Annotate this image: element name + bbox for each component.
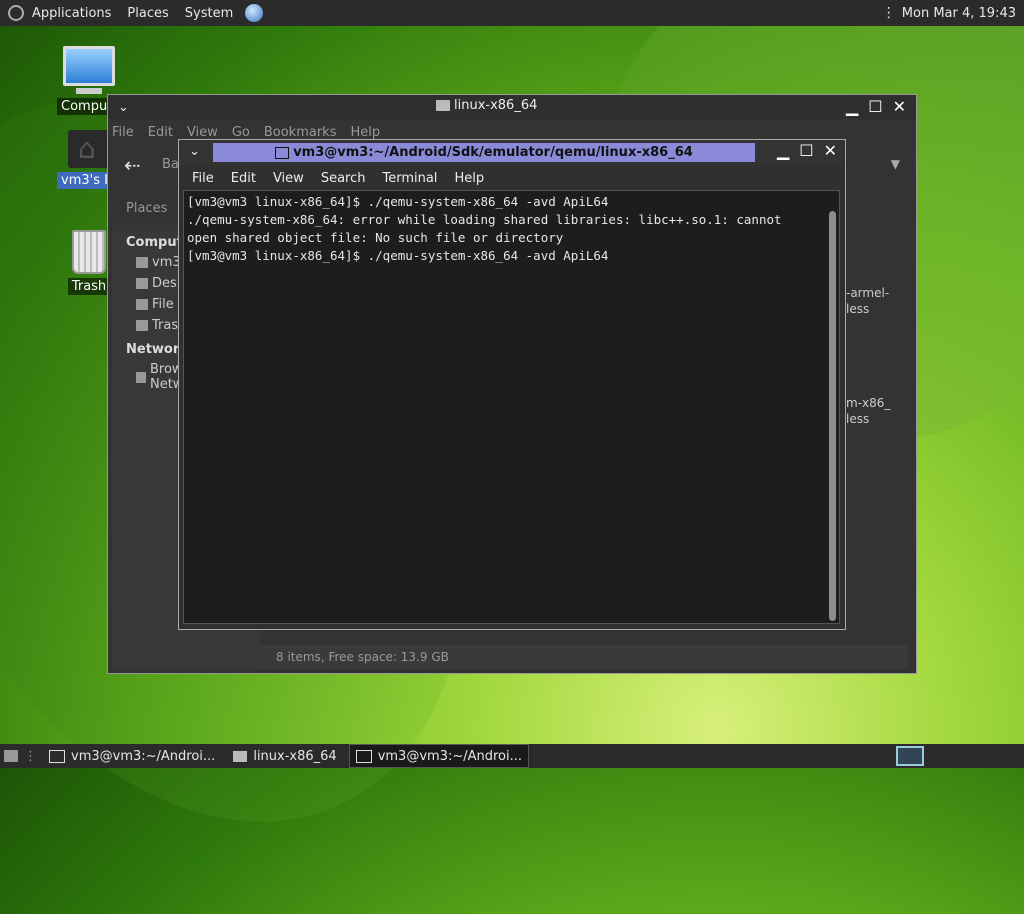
window-title: linux-x86_64 (454, 98, 538, 113)
taskbar-item-terminal-1[interactable]: vm3@vm3:~/Androi... (43, 745, 221, 767)
terminal-icon (275, 146, 290, 159)
menu-help[interactable]: Help (350, 125, 380, 140)
status-bar: 8 items, Free space: 13.9 GB (258, 645, 908, 669)
taskbar-item-label: linux-x86_64 (253, 748, 337, 764)
panel-handle-icon: ⋮ (881, 5, 896, 21)
desktop-icon-label: Trash (67, 278, 111, 295)
close-icon[interactable]: ✕ (824, 141, 837, 160)
maximize-icon[interactable]: ☐ (868, 97, 882, 116)
applications-menu[interactable]: Applications (24, 6, 119, 21)
menu-edit[interactable]: Edit (148, 125, 173, 140)
menu-search[interactable]: Search (321, 171, 366, 186)
terminal-output-area[interactable]: [vm3@vm3 linux-x86_64]$ ./qemu-system-x8… (183, 190, 840, 624)
terminal-window: ⌄ vm3@vm3:~/Android/Sdk/emulator/qemu/li… (178, 139, 846, 630)
distro-logo-icon[interactable] (8, 5, 24, 21)
drive-icon (136, 299, 148, 310)
menu-help[interactable]: Help (454, 171, 484, 186)
terminal-title-bar-active[interactable]: vm3@vm3:~/Android/Sdk/emulator/qemu/linu… (213, 143, 755, 162)
home-folder-icon (68, 130, 110, 168)
panel-handle-icon: ⋮ (24, 748, 37, 764)
taskbar-item-label: vm3@vm3:~/Androi... (377, 748, 523, 764)
terminal-titlebar[interactable]: ⌄ vm3@vm3:~/Android/Sdk/emulator/qemu/li… (179, 140, 845, 165)
close-icon[interactable]: ✕ (893, 97, 906, 116)
desktop-icon (136, 278, 148, 289)
back-arrow-icon[interactable]: ⇠ (124, 153, 141, 177)
menu-terminal[interactable]: Terminal (382, 171, 437, 186)
folder-icon (436, 100, 450, 111)
workspace-switcher[interactable] (896, 746, 924, 766)
file-grid: -armel- less m-x86_ less (846, 285, 906, 505)
home-icon (136, 257, 148, 268)
web-browser-launcher-icon[interactable] (245, 4, 264, 22)
window-menu-icon[interactable]: ⌄ (108, 100, 139, 115)
file-manager-titlebar[interactable]: ⌄ linux-x86_64 ▁ ☐ ✕ (108, 95, 916, 119)
clock[interactable]: Mon Mar 4, 19:43 (902, 6, 1016, 21)
show-desktop-icon[interactable] (4, 750, 18, 762)
menu-bookmarks[interactable]: Bookmarks (264, 125, 337, 140)
terminal-text: [vm3@vm3 linux-x86_64]$ ./qemu-system-x8… (187, 194, 782, 263)
menu-edit[interactable]: Edit (231, 171, 256, 186)
terminal-menubar: File Edit View Search Terminal Help (179, 165, 845, 191)
top-panel: Applications Places System ⋮ Mon Mar 4, … (0, 0, 1024, 26)
minimize-icon[interactable]: ▁ (846, 97, 858, 116)
taskbar-item-label: vm3@vm3:~/Androi... (71, 748, 216, 764)
terminal-icon (49, 749, 65, 763)
folder-icon (233, 750, 248, 762)
minimize-icon[interactable]: ▁ (777, 141, 789, 160)
sidebar-places-header[interactable]: Places (126, 201, 167, 216)
taskbar-item-terminal-2[interactable]: vm3@vm3:~/Androi... (348, 744, 530, 768)
taskbar-item-file-manager[interactable]: linux-x86_64 (227, 745, 342, 767)
system-menu[interactable]: System (177, 6, 241, 21)
computer-icon (63, 46, 115, 86)
file-item[interactable]: -armel- less (846, 285, 906, 317)
trash-icon (72, 230, 106, 274)
terminal-icon (355, 749, 372, 763)
file-manager-menubar: File Edit View Go Bookmarks Help (112, 125, 380, 140)
network-icon (136, 371, 146, 383)
menu-go[interactable]: Go (232, 125, 250, 140)
maximize-icon[interactable]: ☐ (799, 141, 813, 160)
menu-view[interactable]: View (187, 125, 218, 140)
menu-view[interactable]: View (273, 171, 304, 186)
file-item[interactable]: m-x86_ less (846, 395, 906, 427)
terminal-scrollbar[interactable] (829, 211, 836, 621)
view-dropdown-arrow-icon[interactable]: ▼ (891, 157, 900, 171)
window-menu-icon[interactable]: ⌄ (189, 144, 200, 159)
menu-file[interactable]: File (112, 125, 134, 140)
places-menu[interactable]: Places (119, 6, 176, 21)
trash-icon (136, 320, 148, 331)
window-title: vm3@vm3:~/Android/Sdk/emulator/qemu/linu… (293, 145, 693, 160)
menu-file[interactable]: File (192, 171, 214, 186)
bottom-panel: ⋮ vm3@vm3:~/Androi... linux-x86_64 vm3@v… (0, 744, 1024, 768)
